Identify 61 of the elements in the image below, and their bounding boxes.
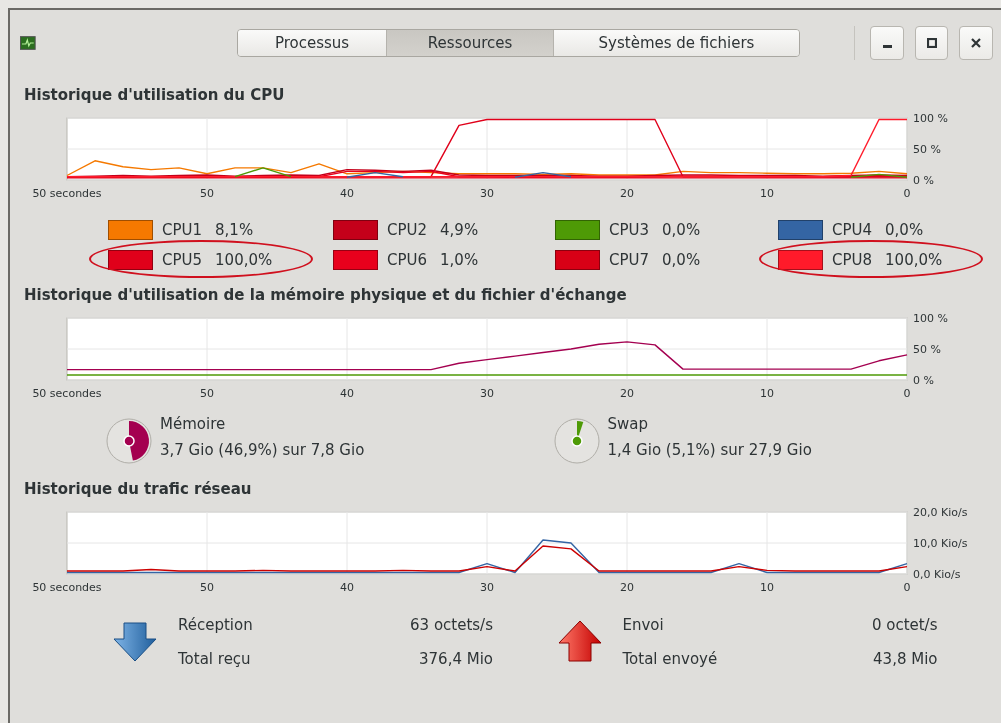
usage-label: Mémoire <box>160 415 227 433</box>
x-tick-label: 30 <box>480 387 494 400</box>
legend-value: 100,0% <box>885 251 943 269</box>
legend-value: 8,1% <box>215 221 254 239</box>
x-tick-label: 50 <box>200 187 214 200</box>
legend-label: CPU3 <box>609 221 650 239</box>
x-tick-label: 20 <box>620 581 634 594</box>
rate-label: Envoi <box>622 616 665 634</box>
x-tick-label: 20 <box>620 387 634 400</box>
legend-label: CPU1 <box>162 221 203 239</box>
legend-label: CPU4 <box>832 221 873 239</box>
y-tick-label: 50 % <box>913 143 941 156</box>
x-tick-label: 0 <box>903 581 911 594</box>
x-tick-label: 40 <box>340 387 354 400</box>
rate-value: 0 octet/s <box>870 616 938 634</box>
total-label: Total reçu <box>178 650 252 668</box>
x-axis-label: 50 secondes <box>32 187 102 200</box>
total-value: 43,8 Mio <box>872 650 938 668</box>
x-tick-label: 30 <box>480 187 494 200</box>
y-tick-label: 0 % <box>913 174 934 187</box>
y-tick-label: 20,0 Kio/s <box>913 508 968 519</box>
y-tick-label: 50 % <box>913 343 941 356</box>
x-tick-label: 0 <box>903 187 911 200</box>
legend-value: 0,0% <box>885 221 924 239</box>
legend-value: 0,0% <box>662 221 701 239</box>
x-tick-label: 30 <box>480 581 494 594</box>
y-tick-label: 100 % <box>913 114 948 125</box>
rate-value: 63 octets/s <box>409 616 493 634</box>
x-tick-label: 10 <box>760 581 774 594</box>
legend-label: CPU5 <box>162 251 203 269</box>
y-tick-label: 10,0 Kio/s <box>913 537 968 550</box>
total-label: Total envoyé <box>622 650 719 668</box>
legend-label: CPU7 <box>609 251 650 269</box>
y-tick-label: 100 % <box>913 314 948 325</box>
legend-value: 0,0% <box>662 251 701 269</box>
legend-label: CPU6 <box>387 251 428 269</box>
legend-value: 100,0% <box>215 251 273 269</box>
x-tick-label: 40 <box>340 187 354 200</box>
total-value: 376,4 Mio <box>418 650 493 668</box>
legend-value: 4,9% <box>440 221 479 239</box>
x-tick-label: 50 <box>200 387 214 400</box>
x-tick-label: 20 <box>620 187 634 200</box>
usage-detail: 3,7 Gio (46,9%) sur 7,8 Gio <box>160 441 365 459</box>
x-axis-label: 50 secondes <box>32 581 102 594</box>
x-tick-label: 10 <box>760 387 774 400</box>
legend-label: CPU8 <box>832 251 873 269</box>
x-axis-label: 50 secondes <box>32 387 102 400</box>
legend-label: CPU2 <box>387 221 428 239</box>
section-title: Historique du trafic réseau <box>24 480 253 500</box>
usage-detail: 1,4 Gio (5,1%) sur 27,9 Gio <box>607 441 812 459</box>
usage-label: Swap <box>607 415 649 433</box>
x-tick-label: 50 <box>200 581 214 594</box>
section-title: Historique d'utilisation du CPU <box>24 86 286 106</box>
y-tick-label: 0,0 Kio/s <box>913 568 961 581</box>
y-tick-label: 0 % <box>913 374 934 387</box>
x-tick-label: 40 <box>340 581 354 594</box>
x-tick-label: 0 <box>903 387 911 400</box>
rate-label: Réception <box>178 616 254 634</box>
section-title: Historique d'utilisation de la mémoire physique et du fichier d'échange <box>24 286 628 306</box>
legend-value: 1,0% <box>440 251 479 269</box>
x-tick-label: 10 <box>760 187 774 200</box>
